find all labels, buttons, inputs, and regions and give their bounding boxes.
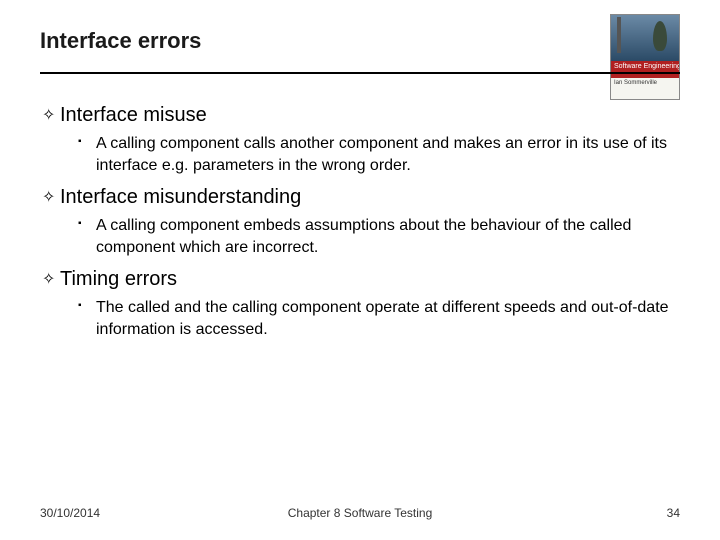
- diamond-bullet-icon: ✧: [42, 187, 60, 207]
- bullet-item: A calling component calls another compon…: [96, 133, 680, 176]
- slide-footer: 30/10/2014 Chapter 8 Software Testing 34: [40, 506, 680, 520]
- heading-text: Interface misunderstanding: [60, 186, 301, 208]
- bullet-heading: ✧Timing errors: [40, 268, 680, 291]
- slide-title: Interface errors: [40, 28, 680, 54]
- bullet-heading: ✧Interface misuse: [40, 104, 680, 127]
- diamond-bullet-icon: ✧: [42, 269, 60, 289]
- title-underline: [40, 72, 680, 74]
- bullet-heading: ✧Interface misunderstanding: [40, 186, 680, 209]
- heading-text: Timing errors: [60, 268, 177, 290]
- bullet-item: The called and the calling component ope…: [96, 297, 680, 340]
- footer-chapter: Chapter 8 Software Testing: [40, 506, 680, 520]
- slide-content: ✧Interface misuse A calling component ca…: [40, 74, 680, 341]
- slide-header: Interface errors: [40, 28, 680, 74]
- heading-text: Interface misuse: [60, 104, 207, 126]
- diamond-bullet-icon: ✧: [42, 105, 60, 125]
- book-author: Ian Sommerville: [611, 78, 679, 99]
- slide: Software Engineering Ian Sommerville Int…: [0, 0, 720, 540]
- bullet-item: A calling component embeds assumptions a…: [96, 215, 680, 258]
